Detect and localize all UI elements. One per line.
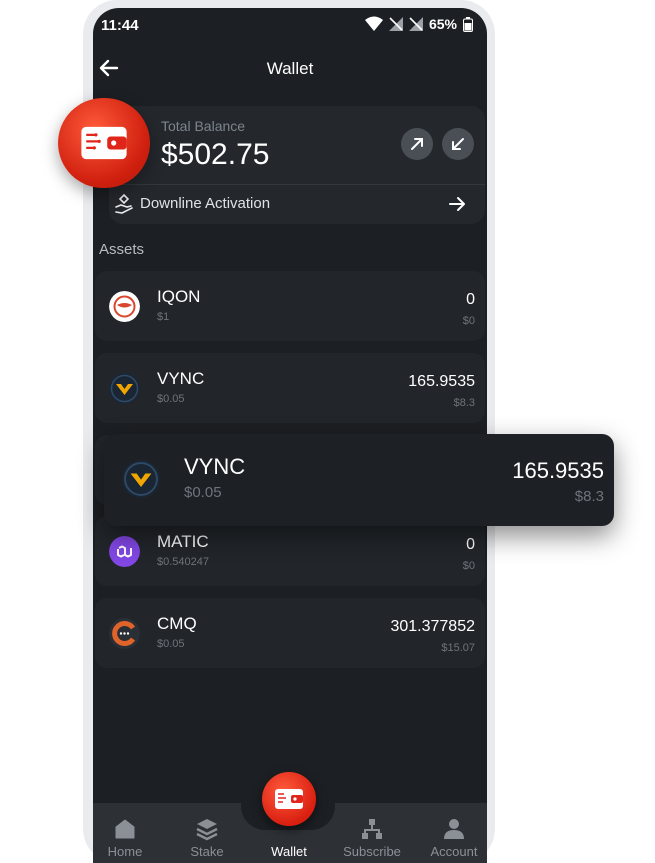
total-balance-label: Total Balance [161,118,246,134]
arrow-right-icon [449,197,465,211]
assets-heading: Assets [99,241,145,258]
send-button[interactable] [401,128,433,160]
asset-row-vync[interactable]: VYNC $0.05 165.9535 $8.3 [95,353,485,423]
nav-label: Stake [190,844,224,859]
wallet-fab-button[interactable] [262,772,316,826]
asset-value: $15.07 [441,642,475,654]
page-title: Wallet [266,59,314,78]
wallet-icon [81,126,127,160]
user-icon [444,819,464,839]
asset-row-cmq[interactable]: CMQ $0.05 301.377852 $15.07 [95,598,485,668]
wallet-badge [58,98,150,188]
balance-card: Total Balance $502.75 Downline Activatio… [109,106,485,224]
asset-amount: 0 [466,291,475,308]
vync-logo-icon [122,460,160,498]
nav-label: Subscribe [343,844,401,859]
asset-amount: 165.9535 [408,373,475,390]
downline-activation-row[interactable]: Downline Activation [113,192,485,218]
asset-symbol: CMQ [157,614,197,633]
status-time: 11:44 [101,17,139,34]
asset-amount: 165.9535 [512,458,604,483]
battery-percent: 65% [428,16,457,32]
arrow-down-left-icon [452,138,464,150]
nav-account[interactable]: Account [414,803,487,863]
receive-button[interactable] [442,128,474,160]
nav-label: Wallet [271,844,307,859]
asset-symbol: VYNC [157,369,205,388]
iqon-logo-icon [109,291,140,322]
matic-logo-icon [109,536,140,567]
asset-amount: 301.377852 [390,618,475,635]
asset-value: $8.3 [453,397,475,409]
asset-value: $8.3 [574,488,604,505]
status-icons: 65% [364,16,473,32]
network-icon [362,819,382,839]
signal-off-icon [408,17,423,31]
total-balance-value: $502.75 [161,138,270,171]
asset-symbol: VYNC [184,454,246,479]
battery-icon [463,16,473,32]
wifi-icon [364,16,383,31]
nav-label: Account [430,844,478,859]
asset-price: $1 [157,311,170,323]
status-bar: 11:44 65% [93,8,487,42]
downline-activation-label: Downline Activation [140,195,271,212]
asset-value: $0 [462,315,475,327]
asset-row-iqon[interactable]: IQON $1 0 $0 [95,271,485,341]
layers-icon [196,819,218,841]
nav-label: Home [107,844,143,859]
asset-value: $0 [462,560,475,572]
asset-amount: 0 [466,536,475,553]
wallet-icon [275,789,303,809]
nav-subscribe[interactable]: Subscribe [332,803,412,863]
hand-diamond-icon [115,193,133,214]
asset-price: $0.540247 [157,556,209,568]
asset-price: $0.05 [157,393,185,405]
asset-price: $0.05 [184,484,222,501]
nav-stake[interactable]: Stake [167,803,247,863]
nav-home[interactable]: Home [93,803,165,863]
cmq-logo-icon [109,618,140,649]
top-bar: Wallet [93,48,487,88]
highlighted-asset-card[interactable]: VYNC $0.05 165.9535 $8.3 [104,434,614,526]
signal-off-icon [388,17,403,31]
asset-row-matic[interactable]: MATIC $0.540247 0 $0 [95,516,485,586]
asset-symbol: MATIC [157,532,209,551]
vync-logo-icon [109,373,140,404]
home-icon [115,819,135,839]
card-divider [109,184,485,185]
arrow-up-right-icon [411,138,423,150]
asset-symbol: IQON [157,287,201,306]
asset-price: $0.05 [157,638,185,650]
